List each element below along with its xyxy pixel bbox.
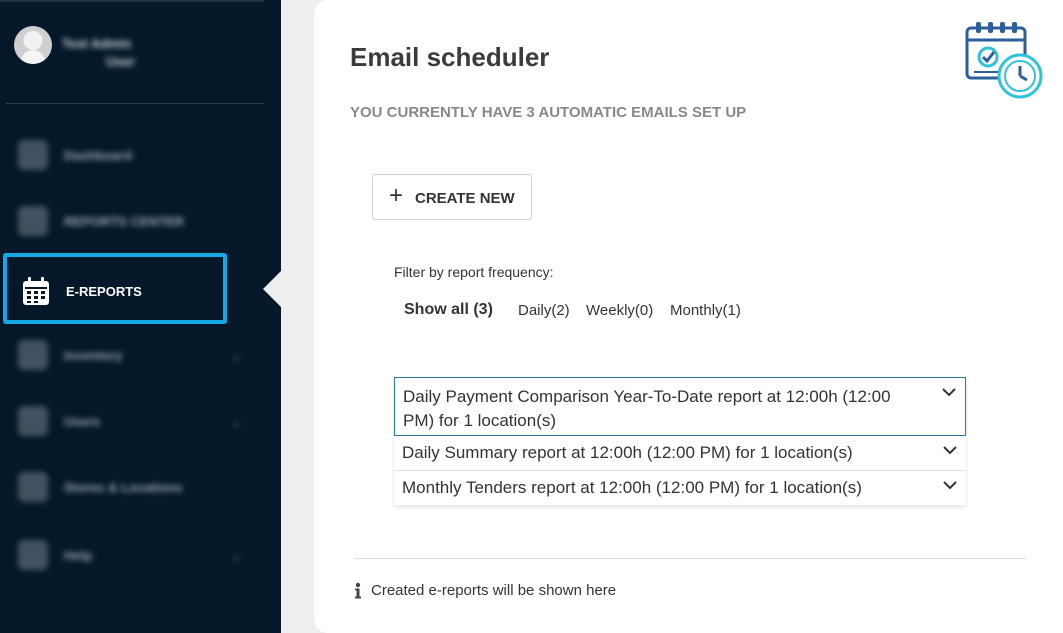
report-item[interactable]: Daily Summary report at 12:00h (12:00 PM… bbox=[394, 436, 966, 471]
sidebar-item-label: E-REPORTS bbox=[66, 284, 142, 299]
avatar[interactable] bbox=[14, 26, 52, 64]
sidebar-item-reports[interactable]: REPORTS CENTER bbox=[14, 204, 264, 238]
sidebar-item-label: REPORTS CENTER bbox=[64, 214, 184, 229]
chevron-down-icon[interactable] bbox=[942, 444, 958, 456]
sidebar-item-label: Users bbox=[64, 414, 101, 429]
report-title: Daily Payment Comparison Year-To-Date re… bbox=[403, 387, 891, 430]
profile-name: Test Admin bbox=[62, 36, 132, 51]
reports-icon bbox=[18, 206, 48, 236]
info-message: Created e-reports will be shown here bbox=[371, 582, 617, 599]
sidebar-item-label: Help bbox=[64, 548, 93, 563]
sidebar-item-label: Stores & Locations bbox=[64, 480, 183, 495]
report-item[interactable]: Monthly Tenders report at 12:00h (12:00 … bbox=[394, 471, 966, 505]
sidebar-item-inventory[interactable]: Inventory ⌄ bbox=[14, 338, 264, 372]
sidebar-item-e-reports[interactable]: E-REPORTS bbox=[3, 253, 227, 324]
profile[interactable]: Test Admin User bbox=[14, 26, 264, 69]
create-new-button[interactable]: + CREATE NEW bbox=[372, 174, 532, 220]
chevron-down-icon: ⌄ bbox=[231, 414, 242, 429]
chevron-down-icon: ⌄ bbox=[231, 348, 242, 363]
calendar-clock-icon bbox=[965, 22, 1043, 99]
active-pointer bbox=[263, 270, 282, 308]
calendar-icon bbox=[23, 277, 49, 305]
stores-icon bbox=[18, 472, 48, 502]
users-icon bbox=[18, 406, 48, 436]
report-title: Daily Summary report at 12:00h (12:00 PM… bbox=[402, 443, 853, 462]
divider bbox=[354, 558, 1026, 559]
report-list: Daily Payment Comparison Year-To-Date re… bbox=[394, 377, 966, 505]
report-item[interactable]: Daily Payment Comparison Year-To-Date re… bbox=[394, 377, 966, 436]
sidebar-item-help[interactable]: Help ⌄ bbox=[14, 538, 264, 572]
email-count-subtitle: YOU CURRENTLY HAVE 3 AUTOMATIC EMAILS SE… bbox=[350, 104, 747, 121]
info-icon bbox=[355, 582, 361, 599]
chevron-down-icon[interactable] bbox=[941, 386, 957, 398]
sidebar-item-users[interactable]: Users ⌄ bbox=[14, 404, 264, 438]
main-panel: Email scheduler YOU CURRENTLY HAVE 3 AUT… bbox=[314, 0, 1063, 633]
sidebar-item-dashboard[interactable]: Dashboard bbox=[14, 138, 264, 172]
page-title: Email scheduler bbox=[350, 42, 550, 72]
filter-weekly[interactable]: Weekly(0) bbox=[586, 302, 653, 319]
inventory-icon bbox=[18, 340, 48, 370]
divider bbox=[6, 103, 264, 104]
filter-label: Filter by report frequency: bbox=[394, 264, 554, 280]
divider bbox=[0, 0, 264, 2]
chevron-down-icon[interactable] bbox=[942, 479, 958, 491]
dashboard-icon bbox=[18, 140, 48, 170]
profile-role: User bbox=[106, 54, 135, 69]
sidebar-item-label: Dashboard bbox=[64, 148, 132, 163]
sidebar-item-stores[interactable]: Stores & Locations bbox=[14, 470, 264, 504]
filter-show-all[interactable]: Show all (3) bbox=[404, 301, 493, 319]
create-new-label: CREATE NEW bbox=[415, 190, 515, 207]
sidebar: Test Admin User Dashboard REPORTS CENTER… bbox=[0, 0, 281, 633]
plus-icon: + bbox=[389, 182, 404, 209]
help-icon bbox=[18, 540, 48, 570]
chevron-down-icon: ⌄ bbox=[231, 548, 242, 563]
filter-daily[interactable]: Daily(2) bbox=[518, 302, 570, 319]
report-title: Monthly Tenders report at 12:00h (12:00 … bbox=[402, 478, 862, 497]
filter-monthly[interactable]: Monthly(1) bbox=[670, 302, 741, 319]
sidebar-item-label: Inventory bbox=[64, 348, 123, 363]
